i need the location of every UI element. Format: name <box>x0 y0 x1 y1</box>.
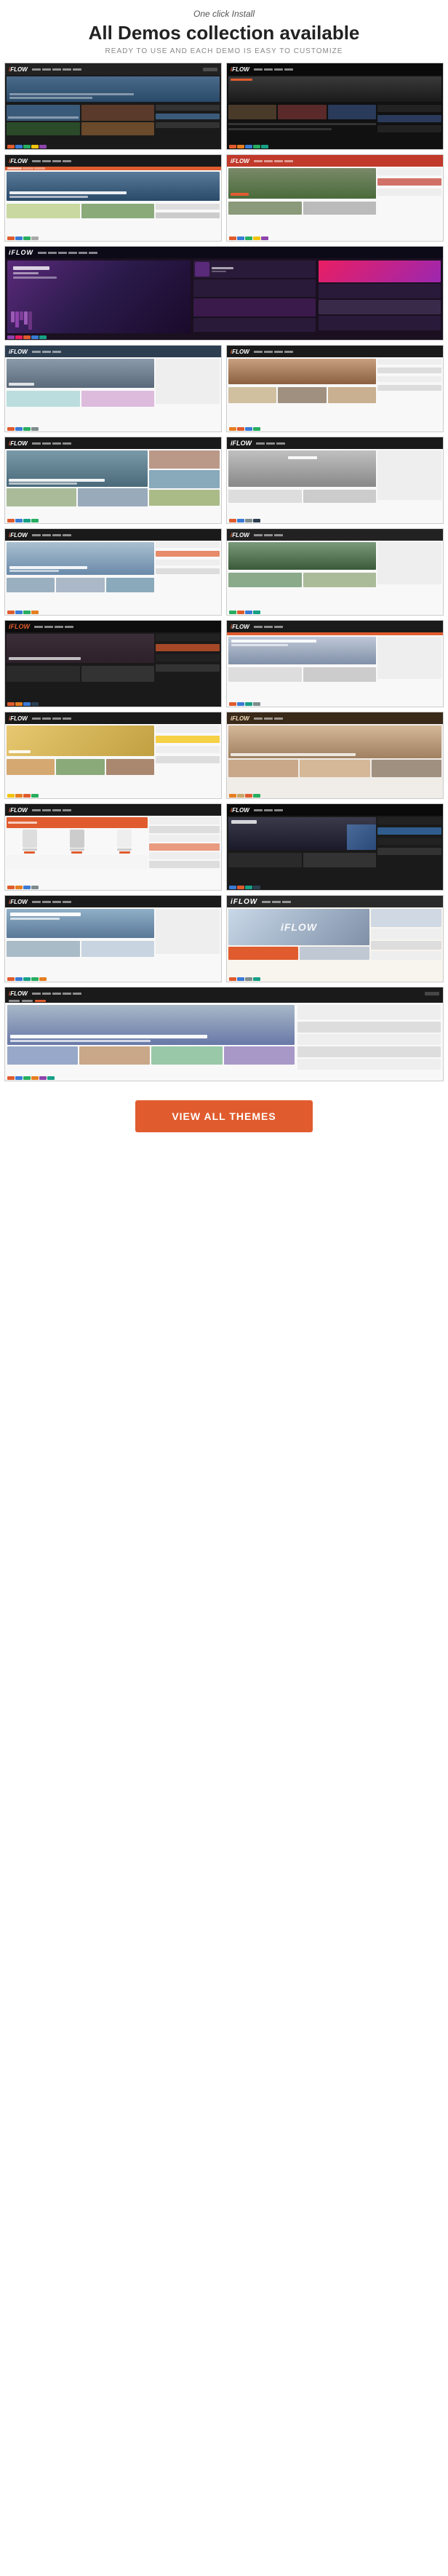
demo-row-1: iFLOW <box>4 63 444 150</box>
demo-item-13[interactable]: iFLOW <box>226 620 444 707</box>
demo-row-10: iFLOW <box>4 895 444 982</box>
demo-item-16[interactable]: iFLOW <box>4 803 222 891</box>
demo-item-2[interactable]: iFLOW <box>226 63 444 150</box>
header-description: READY TO USE AND EACH DEMO IS EASY TO CU… <box>7 47 441 55</box>
demo-row-6: iFLOW <box>4 528 444 616</box>
demo-item-4[interactable]: iFLOW <box>226 154 444 242</box>
demo-item-9[interactable]: iFLOW <box>226 437 444 524</box>
header-eyebrow: One click Install <box>7 9 441 19</box>
demo-item-15[interactable]: iFLOW <box>226 712 444 799</box>
demo-item-17[interactable]: iFLOW <box>226 803 444 891</box>
demo-item-1[interactable]: iFLOW <box>4 63 222 150</box>
demo-row-2: iFLOW <box>4 154 444 242</box>
demo-item-12[interactable]: iFLOW <box>4 620 222 707</box>
demo-item-8[interactable]: iFLOW <box>4 437 222 524</box>
page-header: One click Install All Demos collection a… <box>0 0 448 63</box>
demo-row-4: iFLOW <box>4 345 444 432</box>
demo-item-5[interactable]: iFLOW <box>4 246 444 341</box>
view-all-button[interactable]: View all Themes <box>135 1100 312 1132</box>
demo-item-14[interactable]: iFLOW <box>4 712 222 799</box>
header-title: All Demos collection available <box>7 22 441 44</box>
demo-row-8: iFLOW <box>4 712 444 799</box>
demo-row-11: iFLOW <box>4 987 444 1081</box>
demo-item-10[interactable]: iFLOW <box>4 528 222 616</box>
cta-section: View all Themes <box>0 1086 448 1154</box>
demo-item-19[interactable]: iFLOW iFLOW <box>226 895 444 982</box>
demo-item-7[interactable]: iFLOW <box>226 345 444 432</box>
demo-item-3[interactable]: iFLOW <box>4 154 222 242</box>
demo-row-3: iFLOW <box>4 246 444 341</box>
demo-item-11[interactable]: iFLOW <box>226 528 444 616</box>
demo-item-6[interactable]: iFLOW <box>4 345 222 432</box>
demo-row-7: iFLOW <box>4 620 444 707</box>
demo-row-9: iFLOW <box>4 803 444 891</box>
demos-grid: iFLOW <box>0 63 448 1086</box>
demo-item-18[interactable]: iFLOW <box>4 895 222 982</box>
demo-item-20[interactable]: iFLOW <box>4 987 444 1081</box>
demo-row-5: iFLOW <box>4 437 444 524</box>
